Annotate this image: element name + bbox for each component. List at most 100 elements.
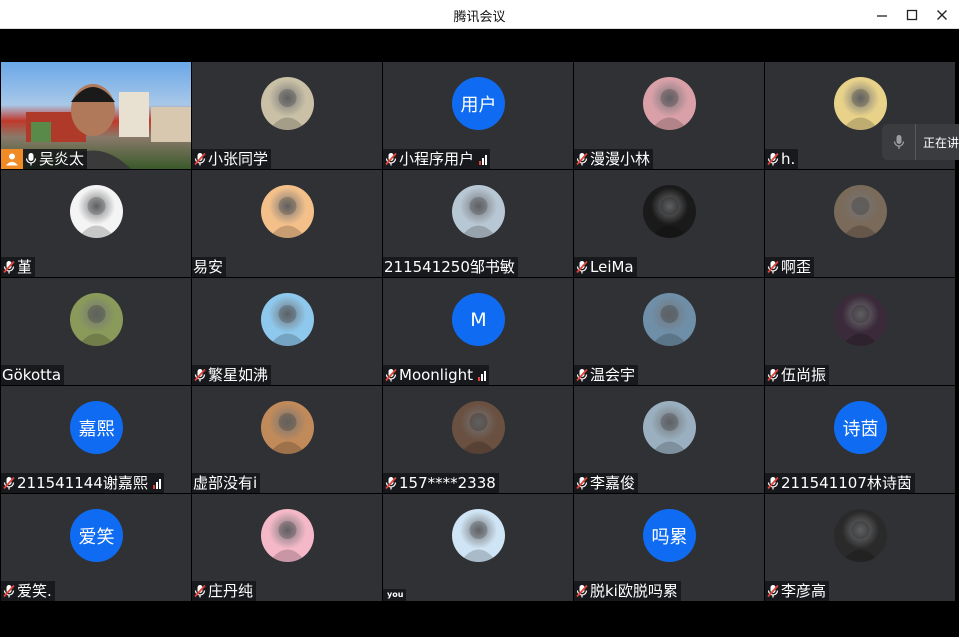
mic-muted-icon [383,365,398,385]
participant-name: 温会宇 [590,366,636,384]
participant-tile[interactable]: 211541250邹书敏 [383,170,573,277]
minimize-icon[interactable] [867,0,897,29]
participant-tile[interactable]: 堇 [1,170,191,277]
participant-nameplate: h. [765,149,799,169]
mic-muted-icon [192,581,207,601]
participant-tile[interactable]: 易安 [192,170,382,277]
mic-muted-icon [383,149,398,169]
participant-tile[interactable]: 庄丹纯 [192,494,382,601]
participant-nameplate: Gökotta [1,365,65,385]
participant-nameplate: 堇 [1,257,36,277]
participant-tile[interactable]: you [383,494,573,601]
avatar [643,401,696,454]
participant-nameplate: 211541144谢嘉熙 [1,473,164,493]
participant-tile[interactable]: M Moonlight [383,278,573,385]
speaking-label: 正在讲 [923,135,959,150]
participant-tile[interactable]: 嘉熙 211541144谢嘉熙 [1,386,191,493]
avatar [452,401,505,454]
mic-muted-icon [765,581,780,601]
participant-name: 易安 [193,258,224,276]
participant-name: h. [781,150,796,168]
participant-grid: 吴炎太 小张同学 用户 小程序用户 漫漫小林 h. 堇易安 211541250邹书敏 LeiMa… [1,62,957,602]
participant-nameplate: 李嘉俊 [574,473,639,493]
mic-muted-icon [574,365,589,385]
mic-muted-icon [765,257,780,277]
participant-tile[interactable]: 小张同学 [192,62,382,169]
participant-name: 小程序用户 [399,150,475,168]
participant-name: 繁星如沸 [208,366,269,384]
participant-nameplate: 211541107林诗茵 [765,473,915,493]
participant-nameplate: you [383,589,407,601]
avatar [834,185,887,238]
avatar [643,185,696,238]
avatar [834,293,887,346]
participant-nameplate: LeiMa [574,257,637,277]
participant-name: 李嘉俊 [590,474,636,492]
mic-muted-icon [383,473,398,493]
avatar [261,77,314,130]
participant-nameplate: 小程序用户 [383,149,491,169]
signal-strength-icon [478,370,487,381]
mic-muted-icon [1,257,16,277]
avatar [70,185,123,238]
avatar: 爱笑 [70,509,123,562]
participant-name: 脱ki欧脱吗累 [590,582,678,600]
participant-tile[interactable]: 157****2338 [383,386,573,493]
participant-tile[interactable]: 繁星如沸 [192,278,382,385]
participant-tile[interactable]: 诗茵 211541107林诗茵 [765,386,955,493]
participant-name: Gökotta [2,366,62,384]
participant-tile[interactable]: 用户小程序用户 [383,62,573,169]
mic-muted-icon [765,473,780,493]
maximize-icon[interactable] [897,0,927,29]
avatar [834,77,887,130]
mic-muted-icon [1,581,16,601]
window-title: 腾讯会议 [453,10,506,25]
mic-muted-icon [574,149,589,169]
mic-muted-icon [765,365,780,385]
participant-tile[interactable]: 啊歪 [765,170,955,277]
participant-name: 伍尚振 [781,366,827,384]
participant-tile[interactable]: 温会宇 [574,278,764,385]
signal-strength-icon [479,154,488,165]
participant-tile[interactable]: 李嘉俊 [574,386,764,493]
participant-name: 211541250邹书敏 [384,258,515,276]
participant-tile[interactable]: 漫漫小林 [574,62,764,169]
participant-nameplate: 爱笑. [1,581,55,601]
participant-nameplate: Moonlight [383,365,490,385]
participant-name: 李彦高 [781,582,827,600]
participant-name: 啊歪 [781,258,812,276]
participant-name: LeiMa [590,258,634,276]
avatar [452,185,505,238]
participant-name: you [387,590,404,599]
speaking-indicator[interactable]: 正在讲 [882,124,959,160]
participant-name: 堇 [17,258,33,276]
participant-tile[interactable]: LeiMa [574,170,764,277]
mic-muted-icon [192,149,207,169]
avatar [643,293,696,346]
participant-nameplate: 伍尚振 [765,365,830,385]
participant-name: 爱笑. [17,582,52,600]
participant-nameplate: 吴炎太 [1,149,88,169]
participant-tile[interactable]: Gökotta [1,278,191,385]
avatar: 用户 [452,77,505,130]
microphone-icon [882,124,916,160]
participant-tile[interactable]: 吗累 脱ki欧脱吗累 [574,494,764,601]
avatar [834,509,887,562]
participant-nameplate: 庄丹纯 [192,581,257,601]
participant-tile[interactable]: 爱笑爱笑. [1,494,191,601]
participant-name: 211541107林诗茵 [781,474,912,492]
avatar [261,509,314,562]
participant-tile[interactable]: 吴炎太 [1,62,191,169]
participant-name: 小张同学 [208,150,269,168]
participant-tile[interactable]: 李彦高 [765,494,955,601]
avatar: 嘉熙 [70,401,123,454]
avatar [643,77,696,130]
microphone-icon [23,149,38,169]
close-icon[interactable] [927,0,957,29]
participant-tile[interactable]: 虚部没有i [192,386,382,493]
participant-tile[interactable]: 伍尚振 [765,278,955,385]
avatar [261,293,314,346]
host-icon [1,149,23,169]
title-bar: 腾讯会议 [0,0,959,29]
participant-nameplate: 温会宇 [574,365,639,385]
